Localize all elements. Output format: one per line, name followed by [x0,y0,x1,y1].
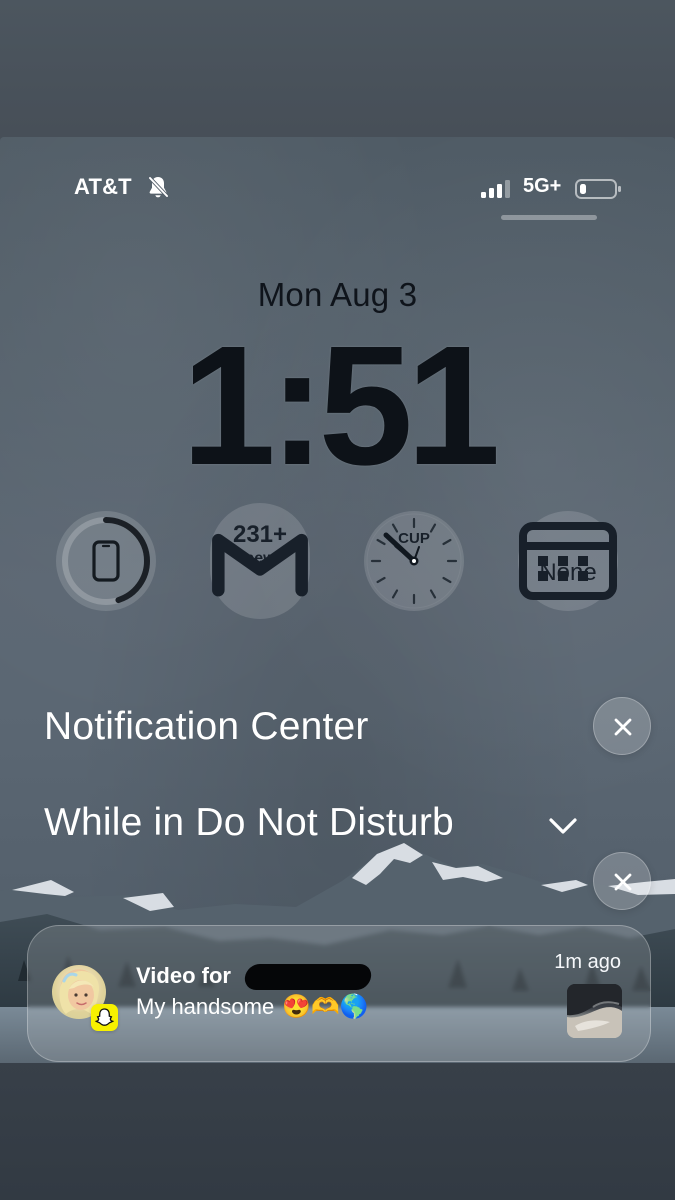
notification-thumbnail [567,984,622,1038]
battery-icon [575,179,621,199]
notification-message: My handsome [136,994,275,1019]
calendar-widget[interactable]: None [518,511,618,611]
bell-slash-icon [148,176,169,198]
world-clock-city: CUP [398,530,430,547]
lock-time: 1:51 [181,311,500,501]
chevron-down-icon[interactable] [546,816,580,836]
status-bar: AT&T 5G+ [0,174,675,204]
signal-bars-icon [481,180,510,198]
screen-edge-indicator [501,215,597,220]
snapchat-icon [91,1004,118,1031]
notification-emojis: 😍🫶🌎 [282,993,369,1019]
notification-title: Video for [136,963,231,988]
carrier-label: AT&T [74,174,132,199]
close-icon [614,873,632,891]
lock-screen: AT&T 5G+ Mon Aug 3 1:51 231+ new CUP Non… [0,137,675,1063]
lock-date: Mon Aug 3 [257,276,418,313]
world-clock-widget[interactable]: CUP [364,511,464,611]
redacted-name [243,964,373,990]
phone-battery-widget[interactable] [56,511,156,611]
snapchat-notification-card[interactable]: Video for My handsome 😍🫶🌎 1m ago [27,925,651,1062]
notification-body: My handsome 😍🫶🌎 [136,995,368,1018]
gmail-widget[interactable]: 231+ new [210,503,310,619]
clear-notification-center-button[interactable] [593,697,651,755]
network-type: 5G+ [523,175,562,197]
thumbnail-image [567,984,622,1038]
notification-center-title: Notification Center [44,705,369,748]
gmail-icon [212,533,308,597]
phone-battery-ring-widget [62,517,150,605]
notification-time: 1m ago [554,951,621,973]
clock-icon [366,513,462,609]
calendar-widget-text: None [539,559,597,586]
ghost-icon [94,1008,115,1026]
do-not-disturb-section-title[interactable]: While in Do Not Disturb [44,803,454,842]
clear-dnd-notifications-button[interactable] [593,852,651,910]
close-icon [614,718,632,736]
